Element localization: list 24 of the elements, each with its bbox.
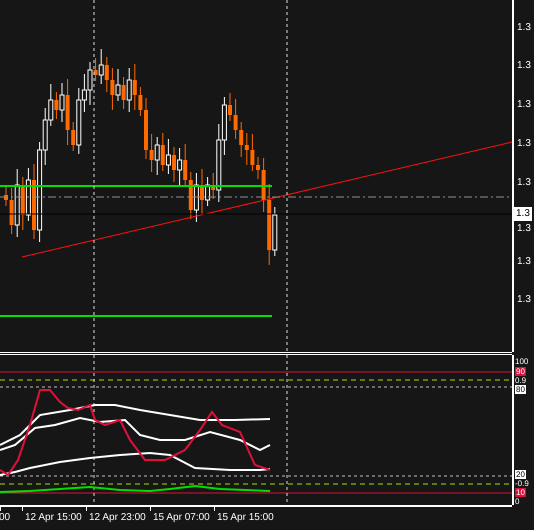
candle	[256, 156, 260, 180]
price-label: 1.3	[517, 21, 531, 35]
level-label: 100	[515, 357, 528, 366]
level-label: -0.9	[515, 479, 529, 488]
price-label: 1.3	[517, 222, 531, 236]
current-price-label: 1.3	[514, 207, 532, 221]
candle	[144, 98, 148, 160]
price-label: 1.3	[517, 59, 531, 73]
time-label: 12 Apr 23:00	[88, 511, 146, 525]
level-label: 80	[515, 385, 526, 394]
level-label: 0.9	[515, 376, 526, 385]
time-label: 15 Apr 07:00	[152, 511, 210, 525]
price-label: 1.3	[517, 255, 531, 269]
level-label: 10	[515, 488, 526, 497]
price-label: 1.3	[517, 137, 531, 151]
level-label: 90	[515, 367, 526, 376]
price-label: 1.3	[517, 293, 531, 307]
level-label: 20	[515, 470, 526, 479]
time-label: 15 Apr 15:00	[216, 511, 274, 525]
candle	[4, 186, 8, 206]
time-label: 12 Apr 15:00	[24, 511, 82, 525]
price-label: 1.3	[517, 176, 531, 190]
level-label: 0	[515, 497, 520, 506]
price-label: 1.3	[517, 98, 531, 112]
